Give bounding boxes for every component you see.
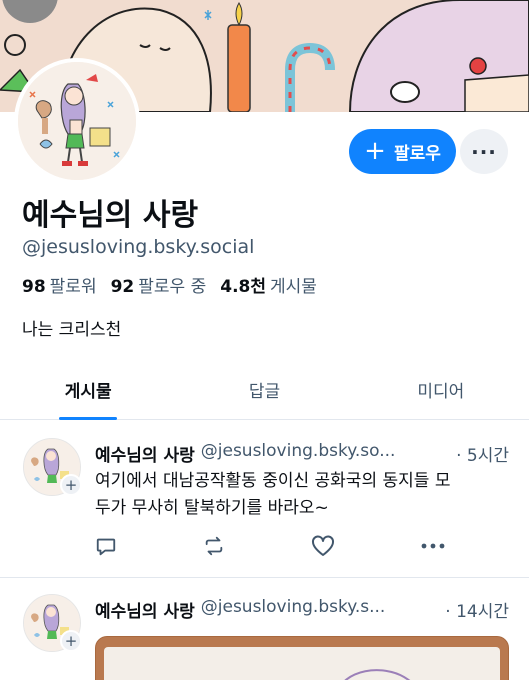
profile-bio: 나는 크리스천 bbox=[22, 320, 122, 340]
following-stat[interactable]: 92 팔로우 중 bbox=[111, 272, 207, 297]
followers-count: 98 bbox=[22, 277, 46, 297]
repost-arrows-icon bbox=[205, 536, 223, 556]
post-divider bbox=[0, 577, 529, 578]
post-timestamp[interactable]: · 5시간 bbox=[456, 441, 509, 466]
post-header: 예수님의 사랑 @jesusloving.bsky.s... · 14시간 bbox=[95, 597, 509, 622]
profile-tabs: 게시물 답글 미디어 bbox=[0, 360, 529, 420]
following-count: 92 bbox=[110, 277, 135, 297]
post-text: 여기에서 대남공작활동 중이신 공화국의 동지들 모 두가 무사히 탈북하기를 … bbox=[95, 468, 507, 522]
follow-plus-icon[interactable]: + bbox=[60, 474, 82, 496]
tab-replies[interactable]: 답글 bbox=[176, 360, 352, 419]
follow-plus-icon[interactable]: + bbox=[60, 630, 82, 652]
post-author-handle[interactable]: @jesusloving.bsky.s... bbox=[201, 597, 436, 622]
post-image-content bbox=[104, 647, 500, 680]
follow-button[interactable]: + 팔로우 bbox=[349, 129, 456, 174]
profile-avatar[interactable] bbox=[14, 58, 140, 184]
avatar-illustration bbox=[18, 62, 136, 180]
plus-icon: + bbox=[364, 135, 386, 166]
heart-icon bbox=[312, 535, 334, 556]
profile-handle: @jesusloving.bsky.social bbox=[22, 236, 255, 258]
reply-button[interactable] bbox=[95, 535, 117, 557]
posts-label: 게시물 bbox=[270, 277, 317, 297]
followers-label: 팔로워 bbox=[49, 277, 97, 297]
like-button[interactable] bbox=[311, 535, 335, 557]
post-author-name[interactable]: 예수님의 사랑 bbox=[95, 441, 195, 466]
post-text-line: 여기에서 대남공작활동 중이신 공화국의 동지들 모 bbox=[95, 471, 451, 491]
repost-button[interactable] bbox=[203, 535, 225, 557]
followers-stat[interactable]: 98 팔로워 bbox=[22, 272, 97, 297]
post-author-name[interactable]: 예수님의 사랑 bbox=[95, 597, 195, 622]
post-image[interactable] bbox=[95, 636, 509, 680]
tab-media[interactable]: 미디어 bbox=[353, 360, 529, 419]
profile-display-name: 예수님의 사랑 bbox=[22, 198, 199, 233]
post-text-line: 두가 무사히 탈북하기를 바라오~ bbox=[95, 498, 329, 518]
profile-more-button[interactable]: ··· bbox=[460, 129, 508, 174]
tab-posts[interactable]: 게시물 bbox=[0, 360, 176, 419]
posts-count: 4.8천 bbox=[220, 277, 266, 297]
image-illustration bbox=[344, 669, 411, 680]
following-label: 팔로우 중 bbox=[138, 277, 207, 297]
post-more-button[interactable] bbox=[421, 543, 445, 549]
ellipsis-icon bbox=[421, 543, 445, 549]
post-author-handle[interactable]: @jesusloving.bsky.so... bbox=[201, 441, 446, 466]
follow-button-label: 팔로우 bbox=[393, 144, 441, 164]
post-header: 예수님의 사랑 @jesusloving.bsky.so... · 5시간 bbox=[95, 441, 509, 466]
speech-bubble-icon bbox=[96, 538, 116, 556]
posts-stat: 4.8천 게시물 bbox=[220, 272, 317, 297]
ellipsis-icon: ··· bbox=[471, 139, 497, 164]
post-actions bbox=[95, 533, 445, 559]
profile-stats: 98 팔로워 92 팔로우 중 4.8천 게시물 bbox=[22, 272, 317, 297]
post-timestamp[interactable]: · 14시간 bbox=[445, 597, 509, 622]
